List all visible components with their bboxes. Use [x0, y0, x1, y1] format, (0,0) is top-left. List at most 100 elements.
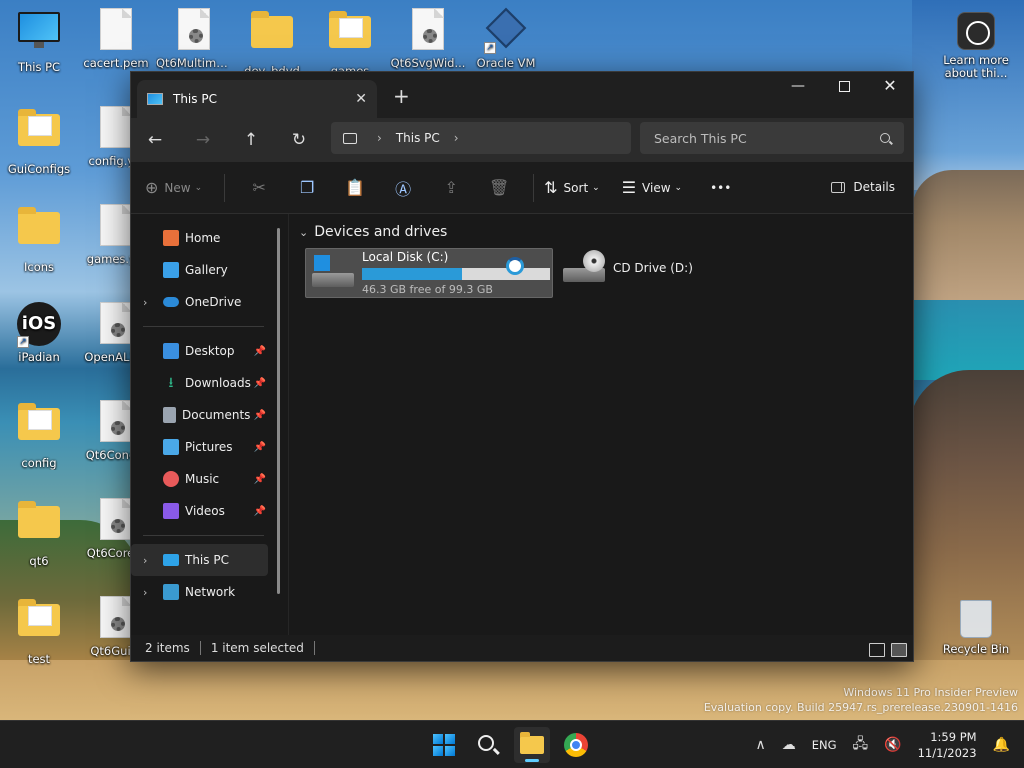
- this-pc-icon: [147, 93, 163, 105]
- network-icon[interactable]: 🖧: [853, 733, 869, 757]
- desktop-icon-qt6multimedia[interactable]: Qt6Multime...: [156, 8, 232, 70]
- cut-button[interactable]: ✂: [235, 178, 283, 197]
- drive-free-space: 46.3 GB free of 99.3 GB: [362, 283, 493, 296]
- drive-local-disk-c[interactable]: Local Disk (C:) 46.3 GB free of 99.3 GB: [305, 248, 553, 298]
- explorer-body: Home Gallery › OneDrive Desktop 📌 ⭳ Down…: [131, 214, 913, 635]
- start-button[interactable]: [426, 727, 462, 763]
- desktop-icon-oracle-vm[interactable]: ↗ Oracle VM: [468, 7, 544, 70]
- onedrive-offline-icon[interactable]: ☁: [782, 737, 796, 753]
- sidebar-item-label: Desktop: [185, 344, 235, 358]
- desktop-icon-games[interactable]: games: [312, 8, 388, 78]
- breadcrumb-this-pc[interactable]: This PC: [396, 131, 440, 145]
- sidebar-item-downloads[interactable]: ⭳ Downloads 📌: [131, 367, 288, 399]
- desktop-icon-cacert[interactable]: cacert.pem: [78, 8, 154, 70]
- drive-cd-d[interactable]: CD Drive (D:): [563, 250, 693, 286]
- sidebar-item-onedrive[interactable]: › OneDrive: [131, 286, 288, 318]
- desktop-icon-qt6svgwidgets[interactable]: Qt6SvgWid...: [390, 8, 466, 70]
- maximize-button[interactable]: [821, 72, 867, 104]
- desktop-icon-recycle-bin[interactable]: Recycle Bin: [936, 596, 1016, 656]
- rename-icon: Ⓐ: [395, 179, 412, 199]
- time: 1:59 PM: [930, 730, 977, 744]
- see-more-button[interactable]: •••: [710, 181, 731, 195]
- sidebar-item-label: Gallery: [185, 263, 228, 277]
- breadcrumb-separator[interactable]: ›: [454, 131, 459, 145]
- sidebar-item-label: Videos: [185, 504, 225, 518]
- file-icon: [100, 106, 132, 148]
- new-tab-button[interactable]: +: [393, 84, 410, 108]
- chevron-right-icon[interactable]: ›: [143, 296, 147, 309]
- desktop-icon-learn-more[interactable]: Learn more about thi...: [936, 8, 1016, 80]
- settings-file-icon: [100, 498, 132, 540]
- rename-button[interactable]: Ⓐ: [379, 176, 427, 200]
- desktop-icon-label: qt6: [29, 554, 49, 568]
- video-icon: [163, 503, 179, 519]
- desktop-icon-icons[interactable]: Icons: [1, 204, 77, 274]
- breadcrumb-separator[interactable]: ›: [377, 131, 382, 145]
- speaker-muted-icon[interactable]: 🔇: [884, 737, 901, 753]
- search-input[interactable]: Search This PC: [654, 131, 880, 146]
- desktop-icon-test[interactable]: test: [1, 596, 77, 666]
- sidebar-item-this-pc[interactable]: › This PC: [131, 544, 268, 576]
- desktop-icon-ipadian[interactable]: iOS ↗ iPadian: [1, 302, 77, 364]
- chevron-right-icon[interactable]: ›: [143, 554, 147, 567]
- minimize-button[interactable]: —: [775, 72, 821, 104]
- windows-logo-icon: [433, 734, 455, 756]
- address-bar[interactable]: › This PC ›: [331, 122, 631, 154]
- refresh-button[interactable]: ↻: [275, 130, 323, 150]
- sidebar-item-desktop[interactable]: Desktop 📌: [131, 335, 288, 367]
- wallpaper-hills: [912, 170, 1024, 310]
- details-view-button[interactable]: [869, 643, 885, 657]
- desktop-icon: [163, 343, 179, 359]
- notification-bell-icon[interactable]: 🔔: [993, 737, 1010, 753]
- navigation-bar: ← → ↑ ↻ › This PC › Search This PC: [131, 118, 913, 162]
- sidebar-item-home[interactable]: Home: [131, 222, 288, 254]
- file-explorer-taskbar-button[interactable]: [514, 727, 550, 763]
- copy-button[interactable]: ❐: [283, 178, 331, 197]
- group-title: Devices and drives: [314, 224, 448, 240]
- sidebar-item-videos[interactable]: Videos 📌: [131, 495, 288, 527]
- up-button[interactable]: ↑: [227, 130, 275, 150]
- search-box[interactable]: Search This PC: [640, 122, 904, 154]
- drive-name: Local Disk (C:): [362, 250, 449, 264]
- back-button[interactable]: ←: [131, 130, 179, 150]
- group-header-devices[interactable]: ⌄ Devices and drives: [299, 224, 447, 240]
- details-pane-button[interactable]: Details: [831, 180, 895, 194]
- sidebar-item-documents[interactable]: Documents 📌: [131, 399, 288, 431]
- tab-this-pc[interactable]: This PC ✕: [137, 80, 377, 118]
- desktop-icon-dev-bdvd[interactable]: dev_bdvd: [234, 8, 310, 78]
- desktop-icon-config[interactable]: config: [1, 400, 77, 470]
- desktop-icon-this-pc[interactable]: This PC: [1, 8, 77, 74]
- clock[interactable]: 1:59 PM 11/1/2023: [918, 729, 977, 761]
- search-button[interactable]: [470, 727, 506, 763]
- sort-button[interactable]: ⇅ Sort ⌄: [544, 178, 600, 197]
- sidebar-item-label: OneDrive: [185, 295, 242, 309]
- settings-file-icon: [100, 302, 132, 344]
- new-button[interactable]: ⊕ New ⌄: [145, 178, 202, 197]
- sidebar-item-network[interactable]: › Network: [131, 576, 288, 608]
- paste-button[interactable]: 📋: [331, 178, 379, 197]
- tiles-view-button[interactable]: [891, 643, 907, 657]
- view-button[interactable]: ☰ View ⌄: [622, 178, 682, 197]
- language-indicator[interactable]: ENG: [812, 738, 837, 752]
- chevron-right-icon[interactable]: ›: [143, 586, 147, 599]
- chevron-down-icon: ⌄: [674, 182, 683, 193]
- desktop-icon-qt6-folder[interactable]: qt6: [1, 498, 77, 568]
- file-list-pane[interactable]: ⌄ Devices and drives Local Disk (C:) 46.…: [288, 214, 913, 635]
- desktop-icon-label: Recycle Bin: [942, 642, 1010, 656]
- divider: [143, 535, 264, 536]
- picture-icon: [163, 439, 179, 455]
- tab-close-icon[interactable]: ✕: [355, 91, 367, 107]
- divider: [224, 173, 226, 202]
- sidebar-item-gallery[interactable]: Gallery: [131, 254, 288, 286]
- sidebar-item-pictures[interactable]: Pictures 📌: [131, 431, 288, 463]
- sidebar-item-music[interactable]: Music 📌: [131, 463, 288, 495]
- chrome-taskbar-button[interactable]: [558, 727, 594, 763]
- forward-button[interactable]: →: [179, 130, 227, 150]
- sidebar-item-label: Network: [185, 585, 236, 599]
- show-hidden-icons-button[interactable]: ∧: [756, 737, 766, 753]
- delete-button[interactable]: 🗑: [475, 178, 523, 197]
- close-button[interactable]: ✕: [867, 72, 913, 104]
- share-button[interactable]: ⇪: [427, 178, 475, 197]
- desktop-icon-guiconfigs[interactable]: GuiConfigs: [1, 106, 77, 176]
- maximize-icon: [838, 80, 850, 92]
